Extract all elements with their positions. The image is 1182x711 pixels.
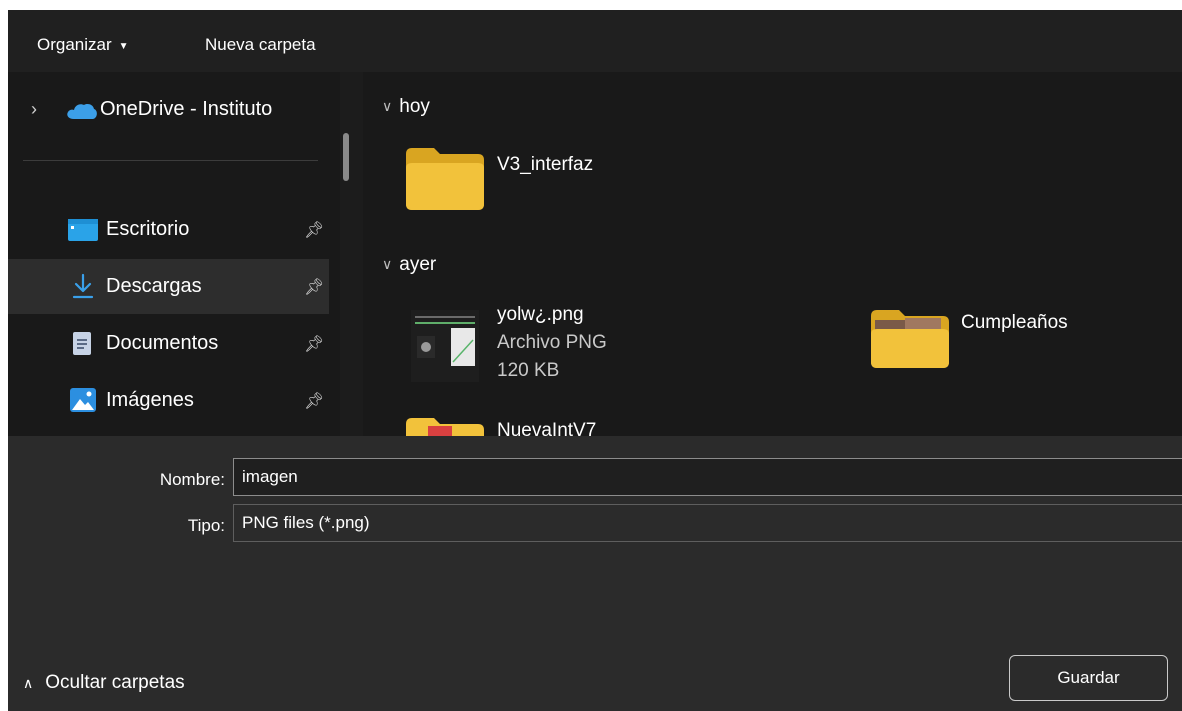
organize-label: Organizar xyxy=(37,35,112,54)
list-item[interactable]: NuevaIntV7 xyxy=(403,412,823,436)
organize-button[interactable]: Organizar ▼ xyxy=(37,35,129,55)
file-type-value: PNG files (*.png) xyxy=(242,513,370,532)
scrollbar-thumb[interactable] xyxy=(343,133,349,181)
new-folder-button[interactable]: Nueva carpeta xyxy=(205,35,316,55)
sidebar-item-label: Descargas xyxy=(106,275,202,297)
sidebar-item-descargas[interactable]: Descargas 📌︎ xyxy=(8,259,329,314)
chevron-up-icon: ∧ xyxy=(23,674,34,691)
save-dialog: Organizar ▼ Nueva carpeta › OneDrive - I… xyxy=(8,10,1182,711)
filename-input[interactable]: imagen xyxy=(233,458,1182,496)
toolbar: Organizar ▼ Nueva carpeta xyxy=(8,10,1182,72)
list-item[interactable]: yolw¿.png Archivo PNG 120 KB xyxy=(403,304,823,384)
type-label: Tipo: xyxy=(187,516,225,535)
pin-icon[interactable]: 📌︎ xyxy=(304,220,324,240)
chevron-down-icon: ∨ xyxy=(382,97,393,114)
list-item[interactable]: Cumpleaños xyxy=(863,308,1182,372)
file-name: yolw¿.png xyxy=(497,304,584,325)
file-size: 120 KB xyxy=(497,360,560,381)
sidebar-item-documentos[interactable]: Documentos 📌︎ xyxy=(8,316,329,371)
pin-icon[interactable]: 📌︎ xyxy=(304,277,324,297)
chevron-right-icon[interactable]: › xyxy=(31,99,37,120)
caret-down-icon: ▼ xyxy=(118,40,129,52)
hide-folders-button[interactable]: ∧ Ocultar carpetas xyxy=(23,672,185,694)
folder-icon xyxy=(871,310,949,373)
file-type: Archivo PNG xyxy=(497,332,607,353)
download-icon xyxy=(72,273,94,305)
group-label: hoy xyxy=(399,96,430,117)
file-name: Cumpleaños xyxy=(961,312,1068,333)
file-type-select[interactable]: PNG files (*.png) xyxy=(233,504,1182,542)
sidebar-item-onedrive[interactable]: › OneDrive - Instituto xyxy=(8,82,329,137)
hide-folders-label: Ocultar carpetas xyxy=(45,672,185,693)
sidebar-item-label: OneDrive - Instituto xyxy=(100,98,273,120)
group-label: ayer xyxy=(399,254,437,275)
group-header-hoy[interactable]: ∨ hoy xyxy=(382,96,430,118)
main-area: › OneDrive - Instituto Escritorio 📌︎ Des… xyxy=(8,72,1182,436)
image-thumbnail-icon xyxy=(411,310,479,387)
navigation-pane: › OneDrive - Instituto Escritorio 📌︎ Des… xyxy=(8,72,340,436)
folder-icon xyxy=(406,148,484,215)
file-name: NuevaIntV7 xyxy=(497,420,597,436)
sidebar-item-label: Documentos xyxy=(106,332,219,354)
file-name: V3_interfaz xyxy=(497,154,594,175)
sidebar-item-label: Imágenes xyxy=(106,389,194,411)
desktop-icon xyxy=(68,219,98,247)
pin-icon[interactable]: 📌︎ xyxy=(304,391,324,411)
sidebar-scrollbar[interactable] xyxy=(340,72,363,436)
folder-icon xyxy=(406,418,484,436)
document-icon xyxy=(72,331,92,362)
group-header-ayer[interactable]: ∨ ayer xyxy=(382,254,436,276)
save-panel: Nombre: imagen Tipo: PNG files (*.png) ∧… xyxy=(8,436,1182,711)
file-list: ∨ hoy V3_interfaz ∨ ayer yolw¿.png Archi… xyxy=(363,72,1182,436)
cloud-icon xyxy=(66,102,98,126)
pin-icon[interactable]: 📌︎ xyxy=(304,334,324,354)
divider xyxy=(23,160,318,161)
chevron-down-icon: ∨ xyxy=(382,255,393,272)
name-label: Nombre: xyxy=(159,470,225,489)
pictures-icon xyxy=(70,388,96,418)
sidebar-item-escritorio[interactable]: Escritorio 📌︎ xyxy=(8,202,329,257)
sidebar-item-label: Escritorio xyxy=(106,218,190,240)
filename-value: imagen xyxy=(242,467,298,486)
list-item[interactable]: V3_interfaz xyxy=(403,148,823,218)
save-button[interactable]: Guardar xyxy=(1009,655,1168,701)
sidebar-item-imagenes[interactable]: Imágenes 📌︎ xyxy=(8,373,329,428)
